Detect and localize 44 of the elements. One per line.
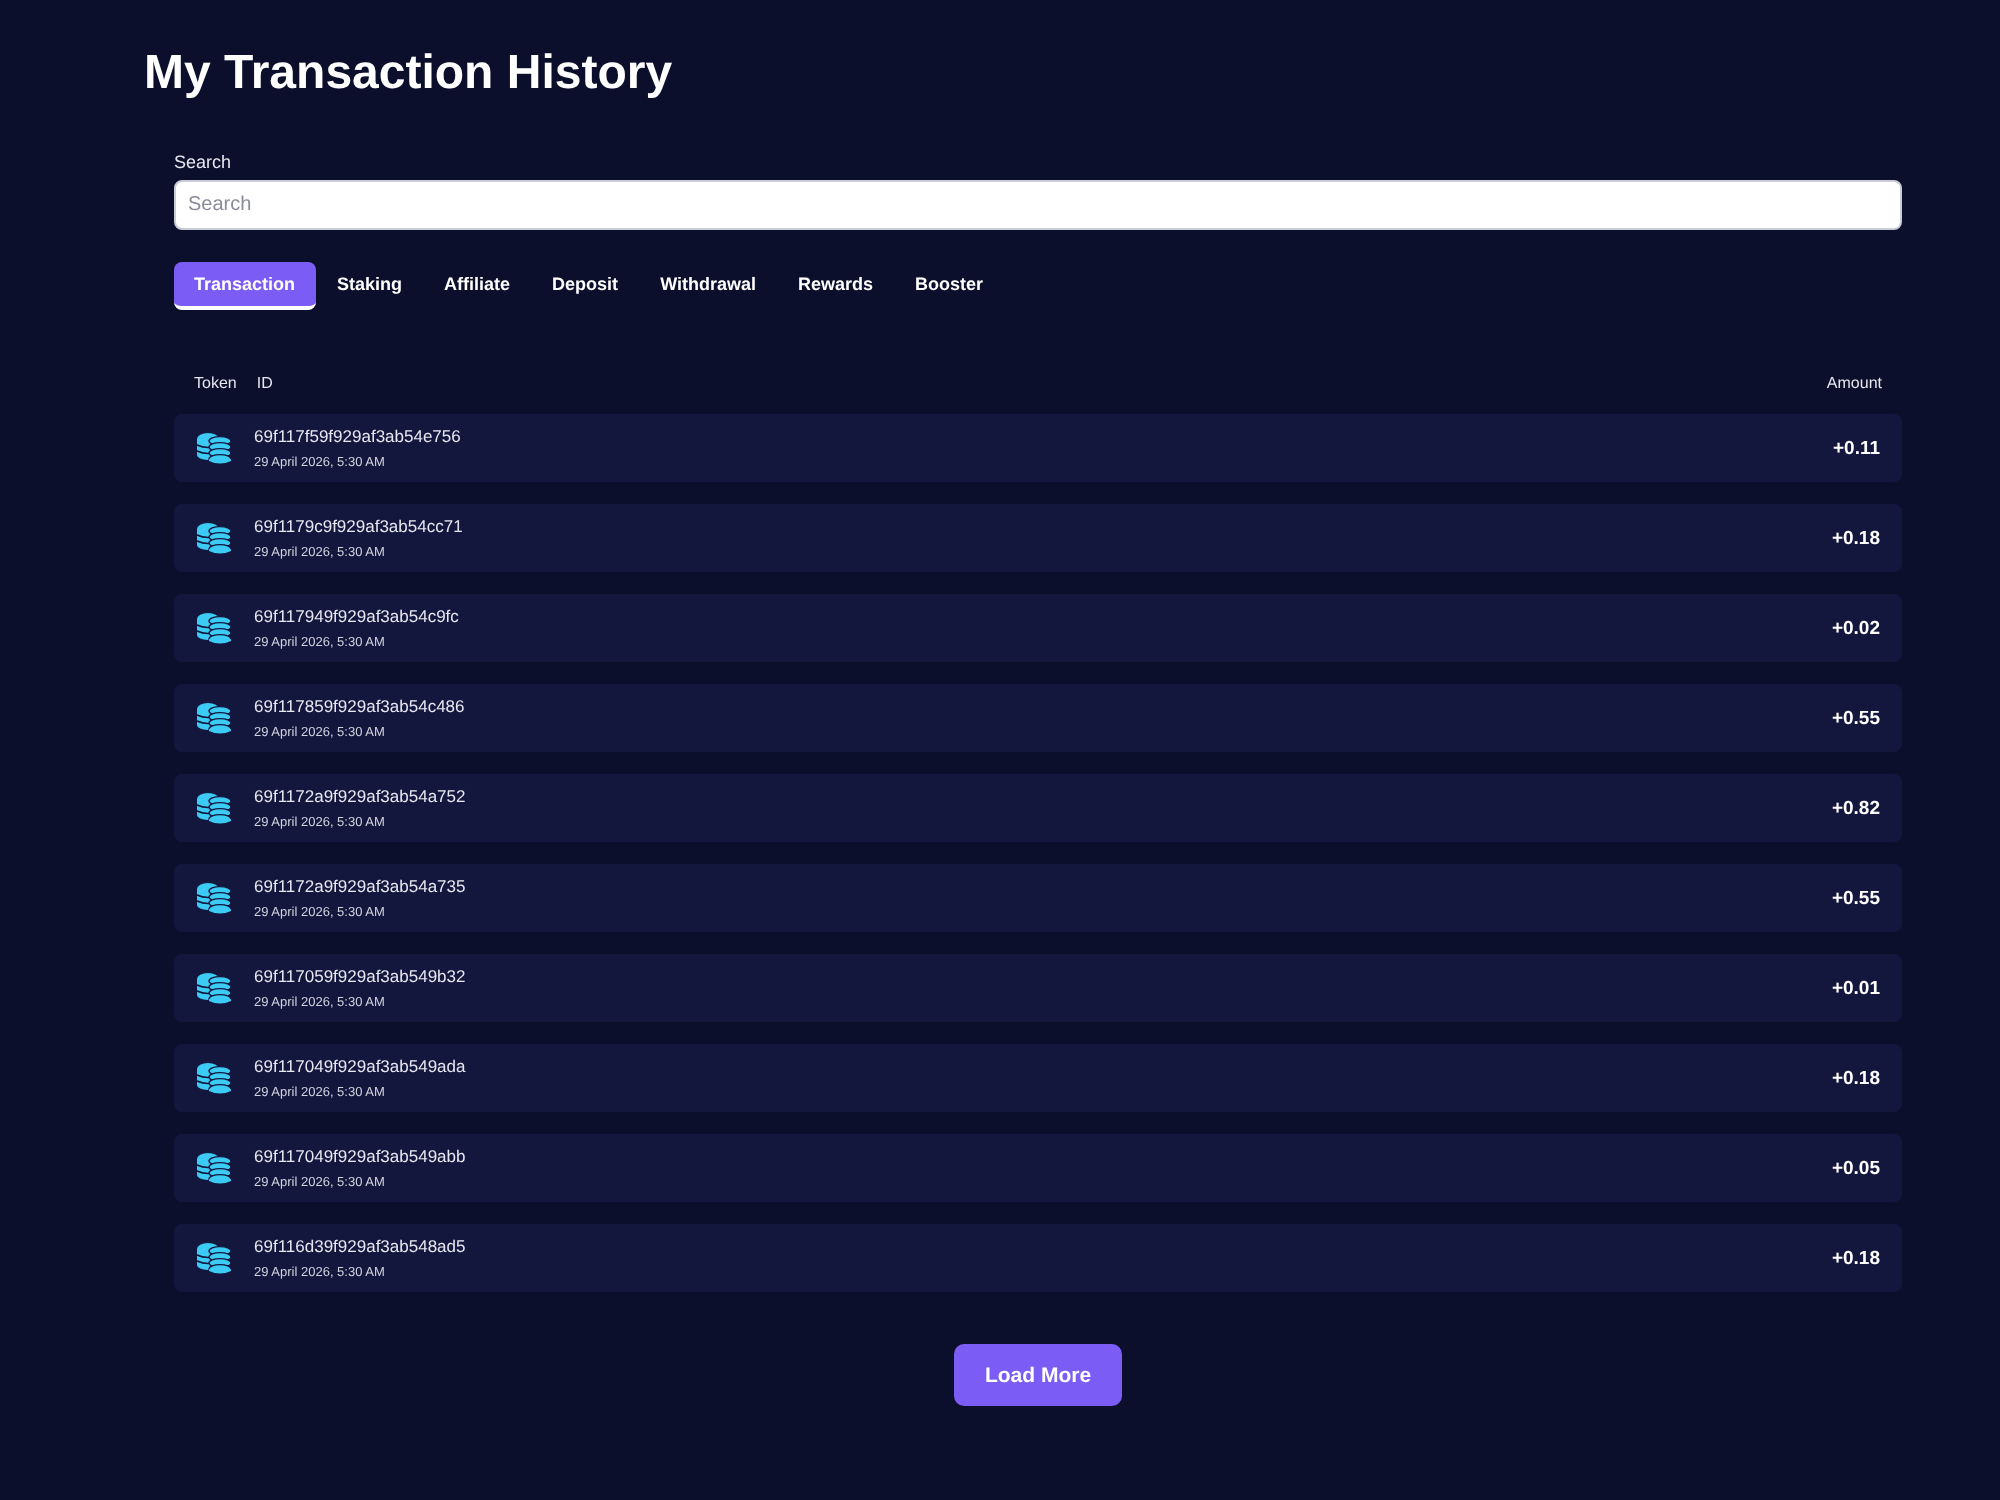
coin-stack-icon [194,880,234,916]
tab[interactable]: Staking [317,262,423,310]
transaction-id: 69f117f59f929af3ab54e756 [254,425,463,447]
transaction-id: 69f116d39f929af3ab548ad5 [254,1235,468,1257]
transaction-id: 69f117949f929af3ab54c9fc [254,605,461,627]
transaction-amount: +0.18 [1831,1067,1880,1089]
load-more-button[interactable]: Load More [954,1344,1122,1406]
transaction-amount: +0.18 [1831,527,1880,549]
transaction-amount: +0.02 [1831,617,1880,639]
search-field[interactable]: Search [174,180,1902,230]
tab[interactable]: Affiliate [424,262,531,310]
tab[interactable]: Withdrawal [640,262,776,310]
coin-stack-icon [194,790,234,826]
transaction-id: 69f1179c9f929af3ab54cc71 [254,515,465,537]
transaction-amount: +0.55 [1831,887,1880,909]
transaction-amount: +0.82 [1831,797,1880,819]
column-header: ID [256,373,273,391]
transaction-id: 69f117049f929af3ab549ada [254,1055,468,1077]
transaction-amount: +0.11 [1832,437,1880,459]
transaction-id: 69f1172a9f929af3ab54a752 [254,785,468,807]
coin-stack-icon [194,430,234,466]
coin-stack-icon [194,520,234,556]
transaction-id: 69f117059f929af3ab549b32 [254,965,468,987]
transaction-id: 69f1172a9f929af3ab54a735 [254,875,468,897]
coin-stack-icon [194,700,234,736]
transaction-amount: +0.55 [1831,707,1880,729]
transaction-id: 69f117859f929af3ab54c486 [254,695,467,717]
coin-stack-icon [194,1240,234,1276]
tab[interactable]: Booster [895,262,1004,310]
coin-stack-icon [194,1150,234,1186]
search-label: Search [174,150,234,174]
tab[interactable]: Deposit [532,262,639,310]
column-header: Token [194,373,237,391]
coin-stack-icon [194,1060,234,1096]
page-title: My Transaction History [144,44,675,104]
tab[interactable]: Transaction [174,262,316,310]
transaction-amount: +0.05 [1831,1157,1880,1179]
transaction-id: 69f117049f929af3ab549abb [254,1145,468,1167]
coin-stack-icon [194,610,234,646]
coin-stack-icon [194,970,234,1006]
transaction-amount: +0.01 [1831,977,1880,999]
column-header: Amount [1826,373,1882,391]
tab[interactable]: Rewards [778,262,894,310]
transaction-amount: +0.18 [1831,1247,1880,1269]
